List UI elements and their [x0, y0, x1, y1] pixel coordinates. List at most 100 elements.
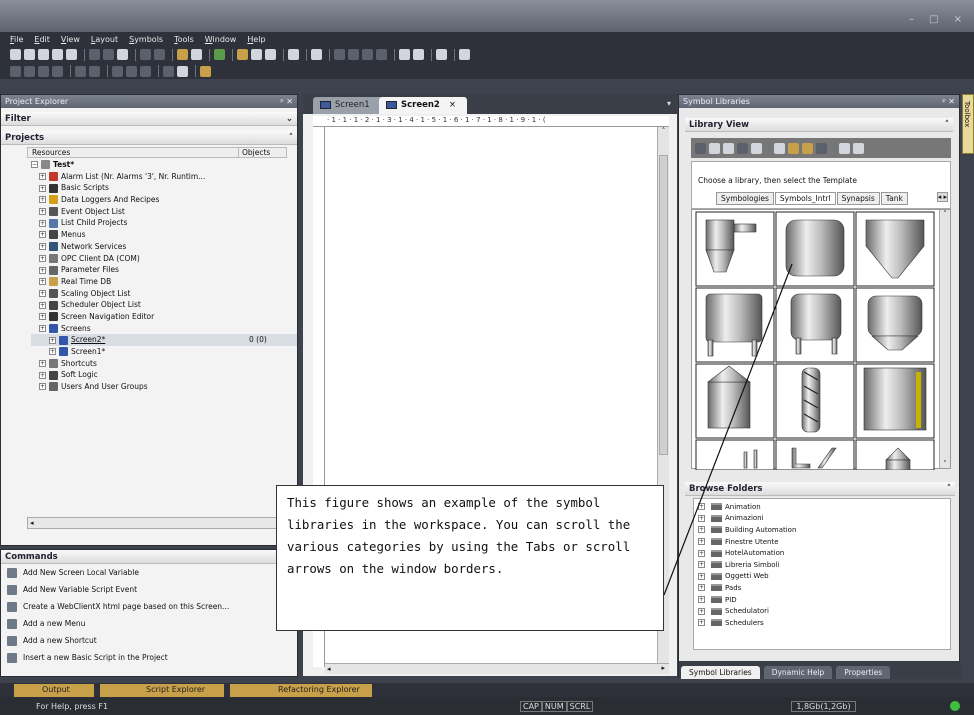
users-icon[interactable] — [177, 49, 188, 60]
scroll-up-icon[interactable]: ˄ — [658, 127, 669, 135]
col-resources[interactable]: Resources — [28, 148, 238, 157]
lib-copy-icon[interactable] — [816, 142, 827, 154]
move-icon[interactable] — [177, 65, 188, 77]
expand-icon[interactable]: + — [698, 607, 705, 615]
menu-help[interactable]: Help — [247, 35, 265, 44]
menu-layout[interactable]: Layout — [91, 35, 118, 44]
menu-edit[interactable]: Edit — [34, 35, 50, 44]
tab-output[interactable]: Output — [14, 684, 94, 697]
horizontal-scrollbar[interactable]: ◂ — [27, 517, 291, 529]
align-bottom-icon[interactable] — [52, 65, 63, 77]
refresh-icon[interactable] — [265, 49, 276, 60]
library-tab-synapsis[interactable]: Synapsis — [836, 192, 880, 205]
expand-icon[interactable]: + — [39, 184, 46, 192]
lib-save-icon[interactable] — [723, 142, 734, 154]
col-objects[interactable]: Objects — [238, 148, 286, 157]
same-height-icon[interactable] — [89, 65, 100, 77]
tree-item[interactable]: + Network Services — [31, 241, 297, 253]
tree-root[interactable]: − Test* — [31, 159, 297, 171]
tree-item[interactable]: + Event Object List — [31, 206, 297, 218]
folder-item[interactable]: + Schedulatori — [694, 605, 950, 617]
expand-icon[interactable]: + — [39, 243, 46, 251]
gallery-scrollbar[interactable]: ˄ ˅ — [939, 210, 950, 468]
run-icon[interactable] — [214, 49, 225, 60]
expand-icon[interactable]: + — [49, 348, 56, 356]
tab-scroll-arrows[interactable]: ◂ ▸ — [936, 192, 948, 202]
chevron-up-icon[interactable]: ˄ — [947, 484, 951, 494]
cursor-icon[interactable] — [399, 49, 410, 60]
editor-horizontal-scrollbar[interactable]: ◂ ▸ — [325, 663, 669, 674]
folder-item[interactable]: + Schedulers — [694, 617, 950, 629]
expand-icon[interactable]: + — [698, 619, 705, 627]
lib-refresh-icon[interactable] — [774, 142, 785, 154]
window-controls[interactable]: – □ × — [909, 14, 968, 25]
db-icon[interactable] — [362, 49, 373, 60]
expand-icon[interactable]: + — [39, 173, 46, 181]
script-icon[interactable] — [376, 49, 387, 60]
menu-view[interactable]: View — [61, 35, 80, 44]
lib-open-icon[interactable] — [709, 142, 720, 154]
chevron-up-icon[interactable]: ˄ — [945, 120, 949, 130]
new-icon[interactable] — [10, 49, 21, 60]
expand-icon[interactable]: + — [39, 208, 46, 216]
expand-icon[interactable]: + — [39, 278, 46, 286]
undo-icon[interactable] — [140, 49, 151, 60]
menu-symbols[interactable]: Symbols — [129, 35, 163, 44]
tree-item[interactable]: + List Child Projects — [31, 217, 297, 229]
command-item[interactable]: Add New Variable Script Event — [1, 581, 297, 598]
tree-item[interactable]: + Data Loggers And Recipes — [31, 194, 297, 206]
command-item[interactable]: Create a WebClientX html page based on t… — [1, 598, 297, 615]
paste-icon[interactable] — [117, 49, 128, 60]
list-icon[interactable] — [334, 49, 345, 60]
chevron-down-icon[interactable]: ⌄ — [286, 114, 293, 124]
scroll-left-icon[interactable]: ◂ — [28, 519, 34, 527]
redo-icon[interactable] — [154, 49, 165, 60]
settings-icon[interactable] — [237, 49, 248, 60]
align-left-icon[interactable] — [10, 65, 21, 77]
tree-item[interactable]: + Users And User Groups — [31, 381, 297, 393]
tree-item[interactable]: + Scaling Object List — [31, 288, 297, 300]
tree-item[interactable]: + Basic Scripts — [31, 182, 297, 194]
expand-icon[interactable]: + — [39, 371, 46, 379]
lib-small-icons-icon[interactable] — [853, 142, 864, 154]
tree-item[interactable]: + OPC Client DA (COM) — [31, 253, 297, 265]
tab-list-dropdown-icon[interactable]: ▾ — [667, 99, 671, 108]
command-item[interactable]: Insert a new Basic Script in the Project — [1, 649, 297, 666]
expand-icon[interactable]: + — [39, 219, 46, 227]
scroll-right-icon[interactable]: ▸ — [661, 664, 665, 672]
align-right-icon[interactable] — [24, 65, 35, 77]
space-v-icon[interactable] — [126, 65, 137, 77]
lib-edit-icon[interactable] — [788, 142, 799, 154]
expand-icon[interactable]: + — [39, 360, 46, 368]
expand-icon[interactable]: + — [39, 196, 46, 204]
expand-icon[interactable]: + — [39, 324, 46, 332]
expand-icon[interactable]: + — [39, 301, 46, 309]
tree-item[interactable]: + Menus — [31, 229, 297, 241]
tab-screen1[interactable]: Screen1 — [313, 97, 383, 114]
help-icon[interactable] — [459, 49, 470, 60]
save-icon[interactable] — [38, 49, 49, 60]
space-h-icon[interactable] — [112, 65, 123, 77]
expand-icon[interactable]: + — [39, 254, 46, 262]
menu-window[interactable]: Window — [205, 35, 237, 44]
tab-symbol-libraries[interactable]: Symbol Libraries — [681, 666, 760, 679]
tree-item[interactable]: + Screen1* — [31, 346, 297, 358]
save-all-icon[interactable] — [52, 49, 63, 60]
display-icon[interactable] — [311, 49, 322, 60]
collapse-icon[interactable]: − — [31, 161, 38, 169]
menu-file[interactable]: File — [10, 35, 23, 44]
tree-item[interactable]: + Scheduler Object List — [31, 299, 297, 311]
same-width-icon[interactable] — [75, 65, 86, 77]
tree-item[interactable]: + Shortcuts — [31, 358, 297, 370]
build-icon[interactable] — [191, 49, 202, 60]
lib-add-icon[interactable] — [737, 142, 748, 154]
printer-icon[interactable] — [436, 49, 447, 60]
tree-item[interactable]: + Alarm List (Nr. Alarms '3', Nr. Runtim.… — [31, 171, 297, 183]
tree-item[interactable]: + Screens — [31, 323, 297, 335]
expand-icon[interactable]: + — [39, 383, 46, 391]
close-tab-icon[interactable]: × — [449, 100, 456, 110]
expand-icon[interactable]: + — [39, 266, 46, 274]
lib-delete-icon[interactable] — [751, 142, 762, 154]
expand-icon[interactable]: + — [39, 313, 46, 321]
panel-pin-close-icon[interactable]: ᵖ ✕ — [942, 97, 955, 106]
